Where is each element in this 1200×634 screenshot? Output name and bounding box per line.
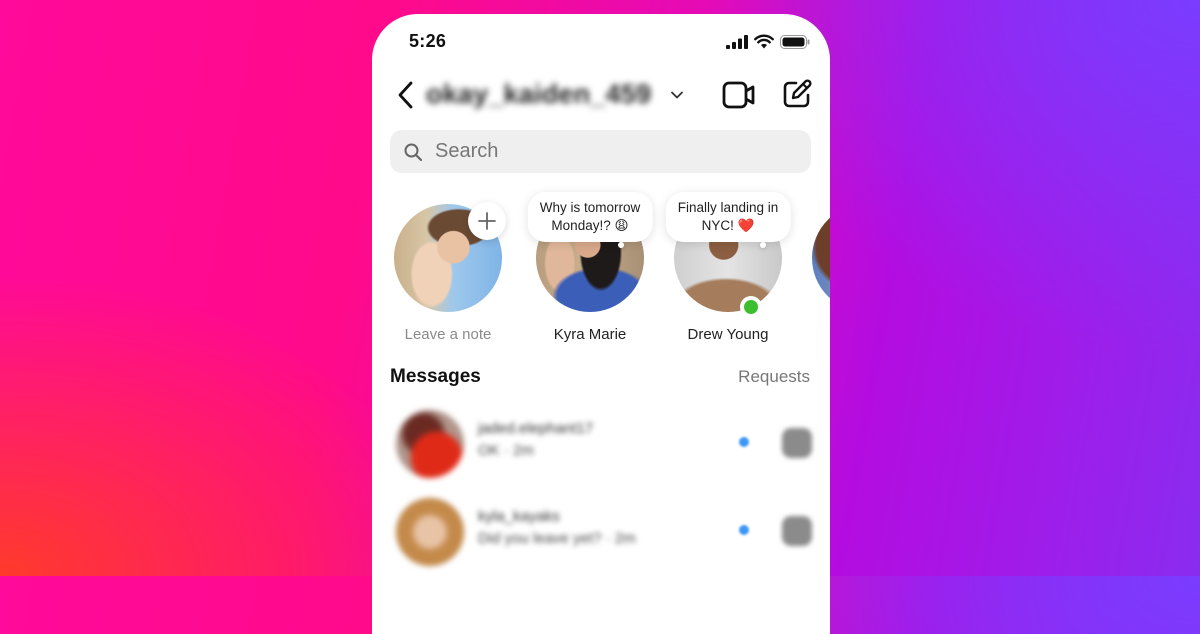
note-label: Kyra Marie [553, 326, 627, 343]
account-username[interactable]: okay_kaiden_459 [426, 79, 651, 110]
status-bar: 5:26 [372, 14, 830, 66]
compose-icon[interactable] [782, 79, 812, 109]
search-field[interactable] [390, 130, 811, 173]
conversation-name: kyla_kayaks [478, 508, 560, 525]
battery-icon [780, 34, 810, 49]
online-indicator [740, 296, 762, 318]
signal-icon [726, 34, 748, 49]
conversation-name: jaded.elephant17 [478, 420, 594, 437]
note-item-self[interactable]: Leave a note [378, 186, 518, 356]
conversation-preview: OK · 2m [478, 442, 534, 459]
note-text: Finally landing in [677, 200, 779, 215]
video-camera-icon[interactable] [722, 80, 756, 110]
unread-indicator [739, 525, 749, 535]
messages-title: Messages [390, 366, 481, 387]
conversation-row[interactable]: kyla_kayaks Did you leave yet? · 2m [372, 498, 830, 582]
note-text: Monday!? 😩 [551, 218, 629, 233]
plus-icon [478, 212, 496, 230]
avatar[interactable] [396, 498, 464, 566]
inbox-header: okay_kaiden_459 [372, 74, 830, 116]
note-text: NYC! ❤️ [701, 218, 755, 233]
note-label: Leave a note [404, 326, 492, 343]
camera-icon[interactable] [782, 516, 812, 546]
note-item[interactable]: Ga w Jac [796, 186, 830, 356]
camera-icon[interactable] [782, 428, 812, 458]
unread-indicator [739, 437, 749, 447]
search-input[interactable] [433, 139, 777, 164]
add-note-button[interactable] [468, 202, 506, 240]
phone-screen: 5:26 okay_kaiden_459 Search Leave a note… [372, 14, 830, 634]
bubble-tail [760, 242, 766, 248]
note-item[interactable]: Why is tomorrow Monday!? 😩 Kyra Marie [520, 186, 660, 356]
chevron-down-icon[interactable] [670, 88, 684, 102]
note-label: Drew Young [687, 326, 769, 343]
note-label: Jac [796, 326, 830, 343]
note-bubble[interactable]: Why is tomorrow Monday!? 😩 [527, 192, 653, 242]
bubble-tail [618, 242, 624, 248]
conversation-row[interactable]: jaded.elephant17 OK · 2m [372, 410, 830, 494]
status-icons [726, 34, 810, 49]
avatar[interactable] [812, 204, 830, 312]
conversation-preview: Did you leave yet? · 2m [478, 530, 636, 547]
note-text: Why is tomorrow [539, 200, 641, 215]
messages-header: Messages Requests [390, 366, 810, 390]
note-bubble[interactable]: Finally landing in NYC! ❤️ [665, 192, 791, 242]
notes-tray: Leave a note Why is tomorrow Monday!? 😩 … [372, 186, 830, 356]
wifi-icon [754, 34, 774, 49]
requests-link[interactable]: Requests [738, 367, 810, 387]
search-icon [404, 143, 423, 161]
chevron-left-icon[interactable] [394, 80, 416, 110]
status-time: 5:26 [409, 31, 447, 51]
avatar[interactable] [396, 410, 464, 478]
note-item[interactable]: Finally landing in NYC! ❤️ Drew Young [658, 186, 798, 356]
